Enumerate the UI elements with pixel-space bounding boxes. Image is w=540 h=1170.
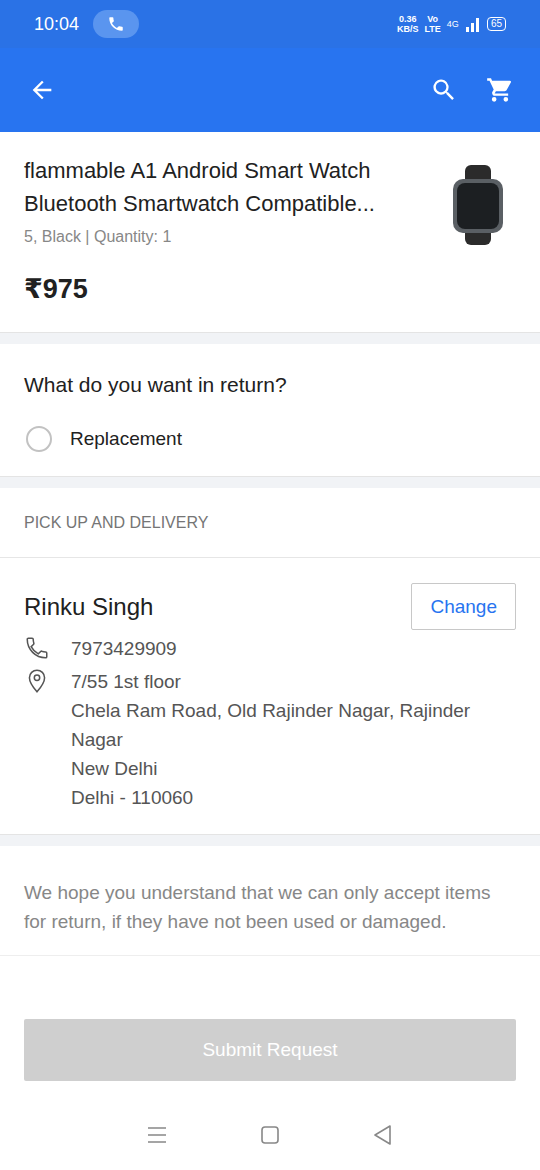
product-variant: 5, Black | Quantity: 1 xyxy=(24,226,419,248)
status-time: 10:04 xyxy=(34,14,79,35)
footer: Submit Request xyxy=(0,1019,540,1100)
return-request-screen: 10:04 0.36KB/S VoLTE 4G 65 flammable A1 … xyxy=(0,0,540,1170)
return-option[interactable]: Replacement xyxy=(24,415,516,463)
section-separator xyxy=(0,834,540,846)
search-icon[interactable] xyxy=(430,76,458,104)
call-pill[interactable] xyxy=(93,10,139,38)
section-separator xyxy=(0,476,540,488)
volte-indicator: VoLTE xyxy=(425,14,441,34)
network-type: 4G xyxy=(447,19,459,29)
radio-button[interactable] xyxy=(26,426,52,452)
phone-icon xyxy=(24,635,50,661)
battery-indicator: 65 xyxy=(487,17,506,31)
address-line: 7/55 1st floor xyxy=(71,667,470,696)
address-line: New Delhi xyxy=(71,754,470,783)
status-bar: 10:04 0.36KB/S VoLTE 4G 65 xyxy=(0,0,540,48)
location-pin-icon xyxy=(24,668,50,694)
address-line: Chela Ram Road, Old Rajinder Nagar, Raji… xyxy=(71,696,470,725)
product-price: ₹975 xyxy=(24,272,419,306)
product-image xyxy=(440,160,516,250)
signal-icon xyxy=(465,16,481,32)
menu-icon[interactable] xyxy=(146,1124,168,1146)
pickup-header: PICK UP AND DELIVERY xyxy=(0,488,540,558)
customer-name: Rinku Singh xyxy=(24,593,153,621)
return-question: What do you want in return? xyxy=(24,370,516,400)
option-label: Replacement xyxy=(70,428,182,450)
address-block: Rinku Singh Change 7973429909 7/55 1st f… xyxy=(0,558,540,834)
return-policy-note: We hope you understand that we can only … xyxy=(24,878,516,936)
network-speed: 0.36KB/S xyxy=(397,14,419,34)
customer-phone: 7973429909 xyxy=(71,634,177,663)
submit-request-button[interactable]: Submit Request xyxy=(24,1019,516,1081)
pickup-section: PICK UP AND DELIVERY Rinku Singh Change … xyxy=(0,488,540,834)
product-card: flammable A1 Android Smart Watch Bluetoo… xyxy=(0,132,540,332)
change-address-button[interactable]: Change xyxy=(411,583,516,630)
section-separator xyxy=(0,332,540,344)
cart-icon[interactable] xyxy=(486,76,514,104)
address-line: Delhi - 110060 xyxy=(71,783,470,812)
product-title: flammable A1 Android Smart Watch Bluetoo… xyxy=(24,154,419,220)
note-section: We hope you understand that we can only … xyxy=(0,846,540,956)
navigation-bar xyxy=(0,1100,540,1170)
address-line: Nagar xyxy=(71,725,470,754)
home-icon[interactable] xyxy=(259,1124,281,1146)
back-icon[interactable] xyxy=(372,1124,394,1146)
smartwatch-icon xyxy=(443,165,513,245)
back-arrow-icon[interactable] xyxy=(28,76,56,104)
return-section: What do you want in return? Replacement xyxy=(0,344,540,476)
app-bar xyxy=(0,48,540,132)
phone-icon xyxy=(107,15,125,33)
